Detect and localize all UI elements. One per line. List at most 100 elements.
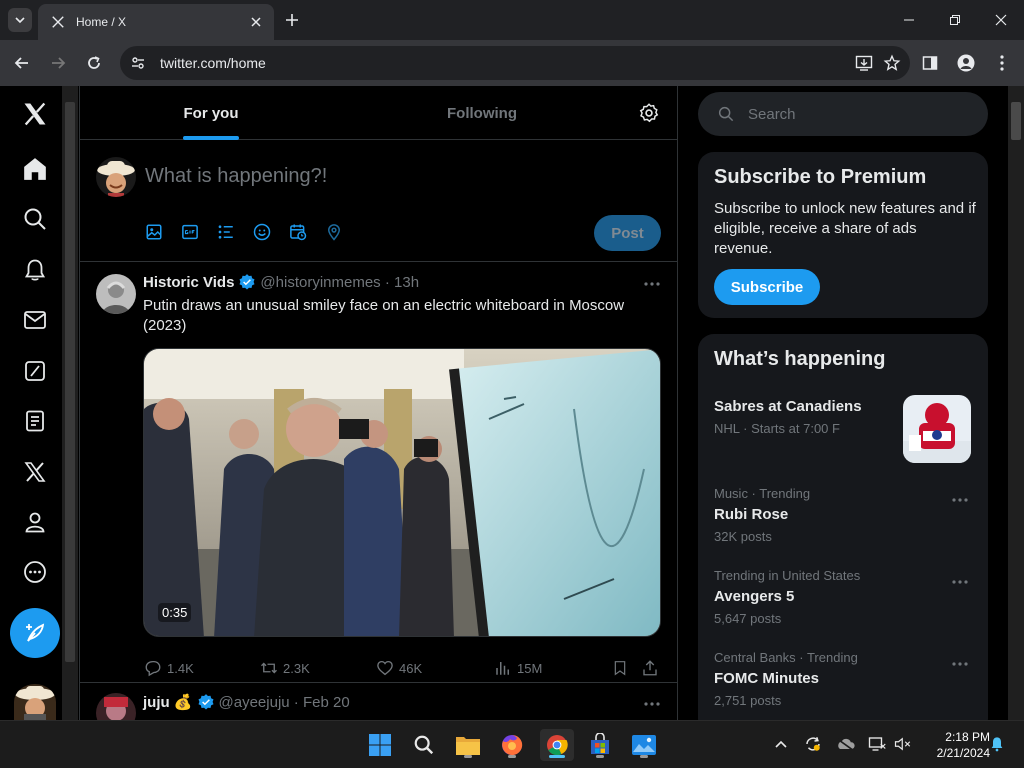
nav-more[interactable] xyxy=(10,550,60,594)
reply-icon xyxy=(143,658,163,678)
tray-sync-icon[interactable] xyxy=(803,734,823,754)
tweet-author-avatar[interactable] xyxy=(96,274,136,314)
tweet-author-handle[interactable]: @ayeejuju xyxy=(219,694,290,711)
tweet-more-icon[interactable] xyxy=(642,276,662,292)
tweet-more-icon[interactable] xyxy=(642,696,662,712)
reload-button[interactable] xyxy=(80,49,108,77)
back-button[interactable] xyxy=(8,49,36,77)
trend-more-icon[interactable] xyxy=(950,492,970,508)
browser-menu-button[interactable] xyxy=(988,49,1016,77)
nav-explore[interactable] xyxy=(10,197,60,241)
tweet[interactable]: Historic Vids @historyinmemes · 13h Puti… xyxy=(80,263,677,682)
trend-item[interactable]: Music · Trending Rubi Rose 32K posts xyxy=(714,486,976,544)
tweet-author-name[interactable]: Historic Vids xyxy=(143,274,234,291)
x-left-navigation xyxy=(0,86,70,720)
reply-button[interactable]: 1.4K xyxy=(143,658,194,678)
tray-overflow-chevron-icon[interactable] xyxy=(771,734,791,754)
install-app-icon[interactable] xyxy=(850,49,878,77)
user-icon xyxy=(25,512,45,533)
subscribe-button[interactable]: Subscribe xyxy=(714,269,820,305)
repost-button[interactable]: 2.3K xyxy=(259,658,310,678)
views-button[interactable]: 15M xyxy=(493,658,542,678)
gif-icon[interactable] xyxy=(181,221,217,243)
tray-onedrive-icon[interactable] xyxy=(835,734,855,754)
left-nav-scrollbar[interactable] xyxy=(62,86,78,720)
emoji-icon[interactable] xyxy=(253,221,289,243)
notification-bell-icon[interactable] xyxy=(987,734,1007,754)
taskbar-file-explorer[interactable] xyxy=(452,729,484,761)
poll-icon[interactable] xyxy=(217,221,253,243)
tweet[interactable]: juju 💰 @ayeejuju · Feb 20 xyxy=(80,683,677,720)
trend-more-icon[interactable] xyxy=(950,656,970,672)
media-icon[interactable] xyxy=(145,221,181,243)
trend-more-icon[interactable] xyxy=(950,574,970,590)
tab-search-button[interactable] xyxy=(8,8,32,32)
nav-premium[interactable] xyxy=(10,450,60,494)
page-scrollbar[interactable] xyxy=(1008,86,1024,720)
schedule-icon[interactable] xyxy=(289,221,325,243)
tweet-video[interactable]: 0:35 xyxy=(143,348,661,637)
profile-button[interactable] xyxy=(952,49,980,77)
post-composer: What is happening?! Post xyxy=(80,141,677,262)
tab-for-you[interactable]: For you xyxy=(80,86,342,140)
nav-messages[interactable] xyxy=(10,298,60,342)
like-button[interactable]: 46K xyxy=(375,658,422,678)
trend-item[interactable]: Central Banks · Trending FOMC Minutes 2,… xyxy=(714,650,976,708)
tweet-author-avatar[interactable] xyxy=(96,693,136,720)
account-avatar[interactable] xyxy=(14,684,56,720)
side-panel-button[interactable] xyxy=(916,49,944,77)
composer-avatar[interactable] xyxy=(96,157,136,197)
folder-icon xyxy=(456,737,480,755)
close-tab-icon[interactable] xyxy=(244,10,268,34)
tweet-author-name[interactable]: juju 💰 xyxy=(143,693,193,711)
tab-following[interactable]: Following xyxy=(342,86,622,140)
tweet-dot-separator: · xyxy=(380,273,395,291)
browser-tab-active[interactable]: Home / X xyxy=(38,4,274,40)
close-window-button[interactable] xyxy=(978,0,1024,40)
start-button[interactable] xyxy=(364,729,396,761)
clock-time: 2:18 PM xyxy=(945,730,990,744)
composer-text-input[interactable]: What is happening?! xyxy=(145,165,327,188)
restore-button[interactable] xyxy=(932,0,978,40)
address-bar[interactable]: twitter.com/home xyxy=(120,46,910,80)
nav-profile[interactable] xyxy=(10,500,60,544)
site-info-icon[interactable] xyxy=(124,49,152,77)
grok-icon xyxy=(25,361,45,381)
premium-card-text: Subscribe to unlock new features and if … xyxy=(714,200,976,257)
nav-home[interactable] xyxy=(10,147,60,191)
trend-item[interactable]: Trending in United States Avengers 5 5,6… xyxy=(714,568,976,626)
share-button[interactable] xyxy=(640,658,664,678)
system-clock[interactable]: 2:18 PM 2/21/2024 xyxy=(918,729,990,761)
forward-button[interactable] xyxy=(44,49,72,77)
timeline-column: For you Following What is happening?! Po… xyxy=(79,86,678,720)
taskbar-photos[interactable] xyxy=(628,729,660,761)
bookmark-star-icon[interactable] xyxy=(878,49,906,77)
active-tab-indicator xyxy=(183,136,239,140)
tweet-author-handle[interactable]: @historyinmemes xyxy=(260,274,380,291)
new-tab-button[interactable] xyxy=(280,8,304,32)
tray-volume-muted-icon[interactable] xyxy=(893,734,913,754)
taskbar-search-button[interactable] xyxy=(408,729,440,761)
timeline-settings-gear-icon[interactable] xyxy=(638,102,662,126)
tweet-timestamp[interactable]: 13h xyxy=(394,274,419,291)
tweet-timestamp[interactable]: Feb 20 xyxy=(303,694,350,711)
x-home-logo-link[interactable] xyxy=(10,92,60,136)
minimize-button[interactable] xyxy=(886,0,932,40)
verified-badge-icon xyxy=(197,693,215,711)
location-icon[interactable] xyxy=(325,221,361,243)
post-button[interactable]: Post xyxy=(594,215,661,251)
nav-grok[interactable] xyxy=(10,349,60,393)
whats-happening-title: What’s happening xyxy=(714,348,886,370)
firefox-icon xyxy=(502,734,523,755)
nav-notifications[interactable] xyxy=(10,248,60,292)
bookmark-button[interactable] xyxy=(610,658,634,678)
taskbar-chrome[interactable] xyxy=(540,729,574,761)
search-input[interactable]: Search xyxy=(748,106,796,123)
tray-network-icon[interactable] xyxy=(867,734,887,754)
nav-lists[interactable] xyxy=(10,399,60,443)
taskbar-store[interactable] xyxy=(584,729,616,761)
restore-icon xyxy=(950,15,960,25)
search-box[interactable]: Search xyxy=(698,92,988,136)
compose-post-button[interactable] xyxy=(10,608,60,658)
taskbar-firefox[interactable] xyxy=(496,729,528,761)
